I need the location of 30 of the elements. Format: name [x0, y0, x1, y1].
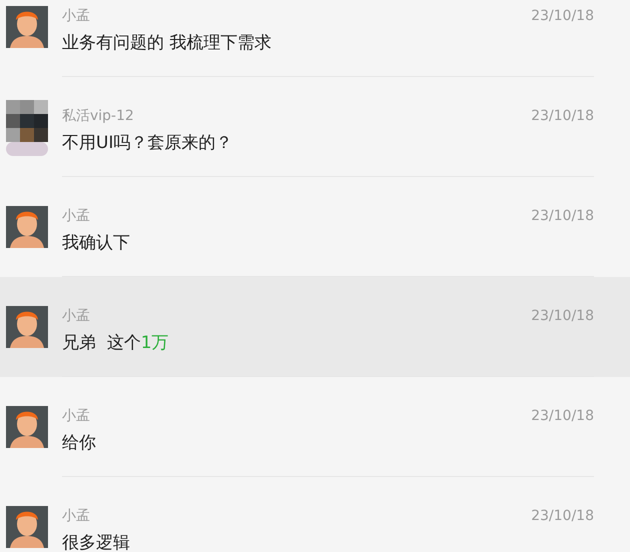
- sender-name: 小孟: [62, 206, 90, 226]
- message-row[interactable]: 小孟 23/10/18 业务有问题的 我梳理下需求: [0, 0, 630, 77]
- message-row[interactable]: 小孟 23/10/18 兄弟 这个1万: [0, 277, 630, 377]
- message-text: 兄弟 这个1万: [62, 332, 170, 355]
- sender-name: 小孟: [62, 506, 90, 526]
- message-time: 23/10/18: [531, 306, 594, 326]
- message-text: 不用UI吗？套原来的？: [62, 132, 234, 155]
- message-time: 23/10/18: [531, 6, 594, 26]
- avatar-icon: [6, 6, 48, 48]
- message-time: 23/10/18: [531, 206, 594, 226]
- avatar-icon: [6, 506, 48, 548]
- message-text: 业务有问题的 我梳理下需求: [62, 32, 272, 55]
- sender-name: 小孟: [62, 306, 90, 326]
- message-text: 给你: [62, 432, 97, 455]
- message-time: 23/10/18: [531, 106, 594, 126]
- sender-name: 小孟: [62, 6, 90, 26]
- message-row[interactable]: 小孟 23/10/18 给你: [0, 377, 630, 477]
- message-time: 23/10/18: [531, 506, 594, 526]
- sender-name: 小孟: [62, 406, 90, 426]
- message-text: 很多逻辑: [62, 532, 131, 552]
- avatar-icon: [6, 100, 48, 156]
- message-row[interactable]: 私活vip-12 23/10/18 不用UI吗？套原来的？: [0, 77, 630, 177]
- avatar-icon: [6, 306, 48, 348]
- message-text: 我确认下: [62, 232, 131, 255]
- message-row[interactable]: 小孟 23/10/18 很多逻辑: [0, 477, 630, 552]
- avatar-icon: [6, 206, 48, 248]
- message-time: 23/10/18: [531, 406, 594, 426]
- avatar-icon: [6, 406, 48, 448]
- sender-name: 私活vip-12: [62, 106, 134, 126]
- message-row[interactable]: 小孟 23/10/18 我确认下: [0, 177, 630, 277]
